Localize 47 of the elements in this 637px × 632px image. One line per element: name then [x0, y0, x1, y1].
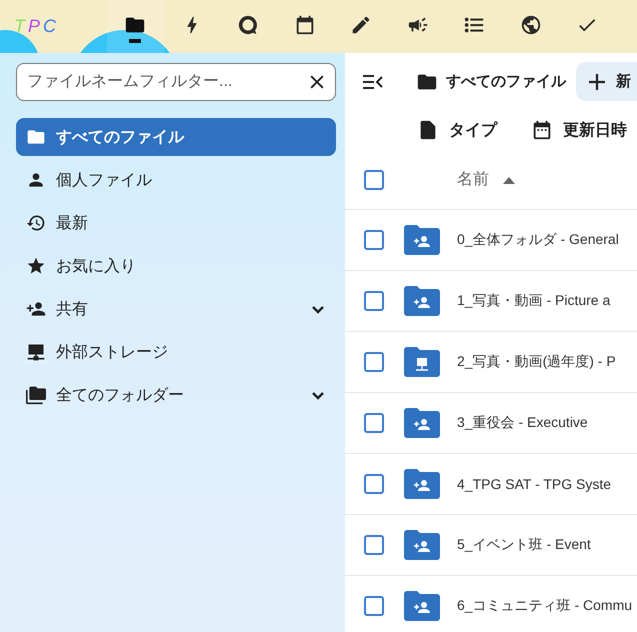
folder-name[interactable]: 0_全体フォルダ - General: [457, 231, 619, 249]
breadcrumb[interactable]: すべてのファイル: [404, 70, 576, 92]
shared-folder-icon: [404, 530, 440, 560]
nav-item[interactable]: 全てのフォルダー: [16, 376, 336, 414]
folder-name[interactable]: 2_写真・動画(過年度) - P: [457, 353, 616, 371]
row-checkbox[interactable]: [364, 596, 384, 616]
chat-bubble-icon: [237, 14, 260, 36]
row-checkbox[interactable]: [364, 230, 384, 250]
filter-field[interactable]: ファイルネームフィルター...: [16, 63, 336, 101]
shared-folder-icon: [404, 469, 440, 499]
shared-folder-icon: [404, 408, 440, 438]
folder-name[interactable]: 4_TPG SAT - TPG Syste: [457, 476, 612, 492]
nav-item[interactable]: 共有: [16, 290, 336, 328]
collapse-sidebar-icon[interactable]: [362, 72, 384, 90]
sort-ascending-icon: [503, 176, 515, 184]
new-button[interactable]: 新: [576, 62, 637, 101]
select-all-checkbox[interactable]: [364, 170, 384, 190]
folder-name[interactable]: 6_コミュニティ班 - Commu: [457, 597, 632, 615]
nav-item[interactable]: すべてのファイル: [16, 118, 336, 156]
star-icon: [26, 256, 46, 276]
plus-icon: [588, 72, 606, 90]
folder-name[interactable]: 1_写真・動画 - Picture a: [457, 292, 610, 310]
name-column-header[interactable]: 名前: [457, 169, 515, 190]
filter-button[interactable]: タイプ: [417, 119, 497, 141]
globe-icon: [520, 14, 542, 36]
row-checkbox[interactable]: [364, 352, 384, 372]
app-tab[interactable]: [107, 0, 164, 53]
nav-item[interactable]: お気に入り: [16, 247, 336, 285]
network-folder-icon: [404, 347, 440, 377]
shared-folder-icon: [404, 591, 440, 621]
history-icon: [26, 213, 46, 233]
nav-item[interactable]: 外部ストレージ: [16, 333, 336, 371]
shared-folder-icon: [404, 225, 440, 255]
network-drive-icon: [26, 342, 46, 362]
pencil-icon: [350, 14, 372, 36]
folder-name[interactable]: 3_重役会 - Executive: [457, 414, 588, 432]
folders-icon: [26, 385, 46, 405]
row-checkbox[interactable]: [364, 413, 384, 433]
row-checkbox[interactable]: [364, 535, 384, 555]
shared-folder-icon: [404, 286, 440, 316]
row-checkbox[interactable]: [364, 291, 384, 311]
calendar-icon: [531, 119, 553, 141]
folder-name[interactable]: 5_イベント班 - Event: [457, 536, 591, 554]
nav-item[interactable]: 個人ファイル: [16, 161, 336, 199]
row-checkbox[interactable]: [364, 474, 384, 494]
nav-item[interactable]: 最新: [16, 204, 336, 242]
filter-button[interactable]: 更新日時: [531, 119, 627, 141]
